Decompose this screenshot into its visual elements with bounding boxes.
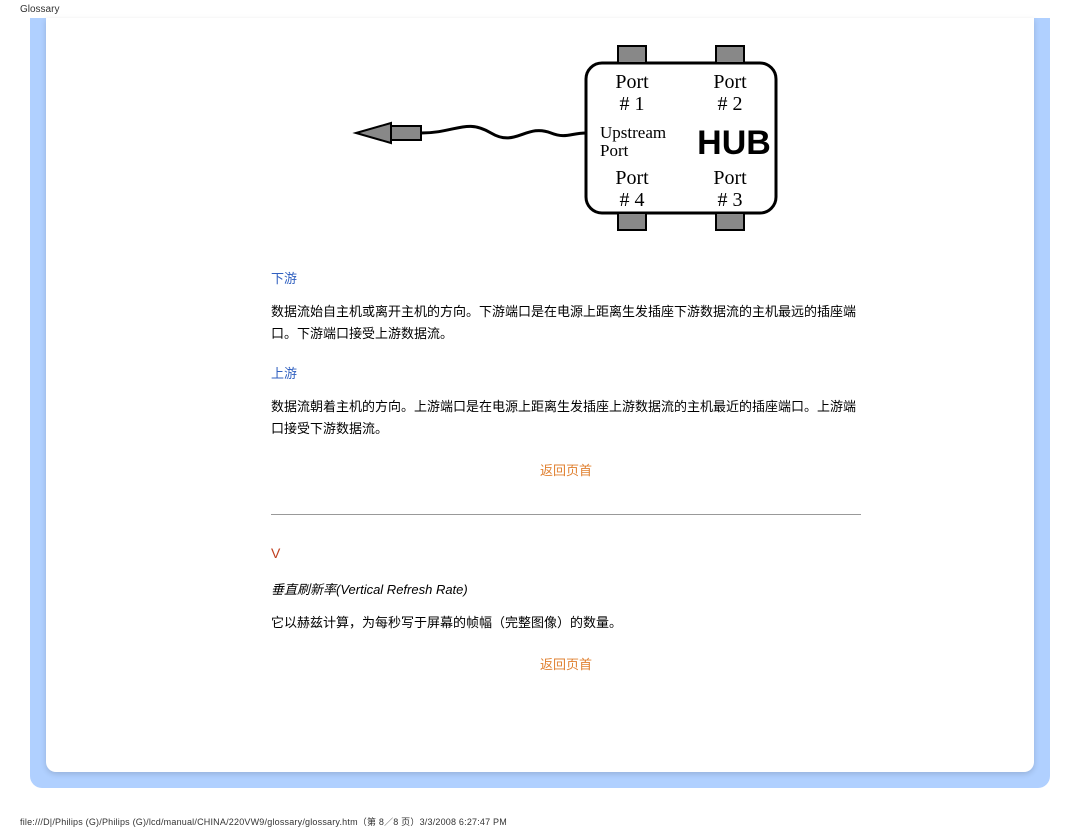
- content-column: Port # 1 Port # 2 Upstream Port HUB Port…: [271, 18, 861, 708]
- back-to-top-link-2[interactable]: 返回页首: [271, 654, 861, 673]
- svg-text:# 4: # 4: [620, 189, 645, 211]
- hub-diagram: Port # 1 Port # 2 Upstream Port HUB Port…: [346, 38, 786, 238]
- svg-text:# 2: # 2: [718, 93, 743, 115]
- svg-text:# 3: # 3: [718, 189, 743, 211]
- downstream-heading: 下游: [271, 268, 861, 287]
- letter-v-heading: V: [271, 545, 861, 561]
- vertical-refresh-term: 垂直刷新率(Vertical Refresh Rate): [271, 579, 861, 598]
- svg-text:Port: Port: [600, 141, 629, 160]
- svg-text:HUB: HUB: [697, 124, 771, 162]
- svg-text:Upstream: Upstream: [600, 123, 666, 142]
- section-divider: [271, 514, 861, 515]
- svg-text:Port: Port: [615, 167, 649, 189]
- vertical-refresh-body: 它以赫兹计算，为每秒写于屏幕的帧幅（完整图像）的数量。: [271, 612, 861, 634]
- downstream-body: 数据流始自主机或离开主机的方向。下游端口是在电源上距离生发插座下游数据流的主机最…: [271, 301, 861, 345]
- svg-text:Port: Port: [615, 71, 649, 93]
- svg-text:# 1: # 1: [620, 93, 645, 115]
- back-to-top-link[interactable]: 返回页首: [271, 460, 861, 479]
- upstream-heading: 上游: [271, 363, 861, 382]
- svg-text:Port: Port: [713, 167, 747, 189]
- outer-frame: Port # 1 Port # 2 Upstream Port HUB Port…: [30, 18, 1050, 788]
- svg-text:Port: Port: [713, 71, 747, 93]
- footer-file-path: file:///D|/Philips (G)/Philips (G)/lcd/m…: [20, 815, 507, 828]
- page-header-label: Glossary: [20, 4, 59, 15]
- inner-page: Port # 1 Port # 2 Upstream Port HUB Port…: [46, 18, 1034, 772]
- upstream-body: 数据流朝着主机的方向。上游端口是在电源上距离生发插座上游数据流的主机最近的插座端…: [271, 396, 861, 440]
